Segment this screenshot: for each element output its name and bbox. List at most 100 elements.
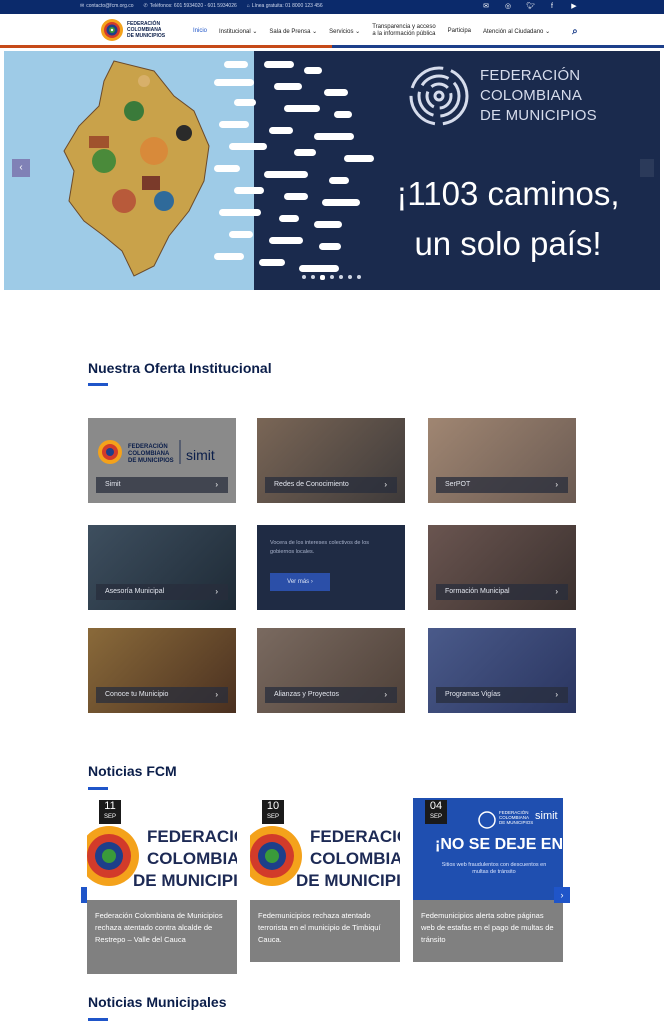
chevron-right-icon: › — [555, 690, 558, 699]
news-card[interactable]: FEDERACIÓN COLOMBIANA DE MUNICIPIOS simi… — [413, 798, 563, 962]
nav-servicios[interactable]: Servicios ⌄ — [329, 28, 360, 35]
news-image: FEDERACIÓN COLOMBIANA DE MUNICIPIOS 11SE… — [87, 798, 237, 900]
news-title[interactable]: Federación Colombiana de Municipios rech… — [87, 900, 237, 974]
municipal-news-title: Noticias Municipales — [88, 994, 227, 1010]
main-nav: Inicio Institucional ⌄ Sala de Prensa ⌄ … — [193, 14, 578, 48]
news-date-badge: 11 SEP — [99, 800, 121, 824]
site-logo[interactable]: FEDERACIÓN COLOMBIANA DE MUNICIPIOS — [100, 18, 167, 42]
news-date-badge: 04 SEP — [425, 800, 447, 824]
alert-headline: ¡NO SE DEJE EN — [435, 836, 563, 853]
phone-contact: ✆ Teléfonos: 601 5934020 - 601 5934026 — [143, 3, 237, 9]
simit-logo-icon: FEDERACIÓN COLOMBIANA DE MUNICIPIOS simi… — [98, 440, 215, 464]
svg-text:DE MUNICIPIOS: DE MUNICIPIOS — [128, 458, 174, 464]
news-next-button[interactable]: › — [554, 887, 570, 903]
chevron-right-icon: › — [384, 690, 387, 699]
carousel-dot[interactable] — [311, 275, 315, 279]
carousel-dot-active[interactable] — [320, 274, 325, 280]
offer-card-label: Alianzas y Proyectos › — [265, 687, 397, 703]
svg-text:COLOMBIANA: COLOMBIANA — [128, 451, 170, 457]
fcm-logo-icon — [101, 19, 123, 41]
offer-card-label: Conoce tu Municipio › — [96, 687, 228, 703]
offer-section-title: Nuestra Oferta Institucional — [88, 360, 272, 376]
location-icon: ⌂ — [246, 3, 250, 9]
carousel-dot[interactable] — [348, 275, 352, 279]
see-more-button[interactable]: Ver más › — [270, 573, 330, 591]
chevron-right-icon: › — [215, 587, 218, 596]
chevron-down-icon: ⌄ — [355, 28, 361, 35]
twitter-icon[interactable]: 🐦︎ — [526, 2, 535, 12]
carousel-dot[interactable] — [339, 275, 343, 279]
chevron-right-icon: › — [555, 480, 558, 489]
offer-card-serpot[interactable]: SerPOT › — [428, 418, 576, 503]
offer-card-highlight[interactable]: Vocera de los intereses colectivos de lo… — [257, 525, 405, 610]
nav-transparencia[interactable]: Transparencia y acceso a la información p… — [372, 24, 435, 38]
nav-atencion-ciudadano[interactable]: Atención al Ciudadano ⌄ — [483, 28, 550, 35]
decorative-dashes — [214, 61, 374, 272]
chevron-down-icon: ⌄ — [252, 28, 258, 35]
offer-card-label: Programas Vigías › — [436, 687, 568, 703]
hero-slogan: ¡1103 caminos, un solo país! — [396, 175, 620, 262]
offer-card-label: SerPOT › — [436, 477, 568, 493]
chevron-right-icon: › — [555, 587, 558, 596]
offer-card-label: Asesoría Municipal › — [96, 584, 228, 600]
simit-logo: simit — [535, 810, 558, 822]
hero-carousel[interactable]: ‹ FEDERACIÓN COLOMBIANA DE MUNICIPIOS ¡1… — [4, 51, 660, 290]
nav-institucional[interactable]: Institucional ⌄ — [219, 28, 257, 35]
chevron-right-icon: › — [215, 690, 218, 699]
offer-highlight-text: Vocera de los intereses colectivos de lo… — [270, 540, 370, 555]
news-date-badge: 10 SEP — [262, 800, 284, 824]
nav-sala-de-prensa[interactable]: Sala de Prensa ⌄ — [269, 28, 317, 35]
instagram-icon[interactable]: ◎ — [504, 2, 512, 12]
offer-card-redes[interactable]: Redes de Conocimiento › — [257, 418, 405, 503]
mail-icon: ✉ — [80, 3, 85, 9]
alert-subtext: Sitios web fraudulentos con descuentos e… — [441, 862, 547, 875]
offer-card-asesoria[interactable]: Asesoría Municipal › — [88, 525, 236, 610]
news-card[interactable]: FEDERACIÓN COLOMBIANA DE MUNICIPIOS 11SE… — [87, 798, 237, 974]
hero-org-logo: FEDERACIÓN COLOMBIANA DE MUNICIPIOS — [406, 63, 597, 129]
carousel-prev-button[interactable]: ‹ — [12, 159, 30, 177]
toll-free-contact: ⌂ Línea gratuita: 01 8000 123 456 — [246, 3, 323, 9]
facebook-icon[interactable]: f — [548, 2, 556, 12]
offer-card-formacion[interactable]: Formación Municipal › — [428, 525, 576, 610]
chevron-right-icon: › — [384, 480, 387, 489]
youtube-icon[interactable]: ▶ — [570, 2, 578, 12]
offer-card-conoce[interactable]: Conoce tu Municipio › — [88, 628, 236, 713]
municipal-title-underline — [88, 1018, 108, 1021]
carousel-next-button[interactable] — [640, 159, 654, 177]
phone-icon: ✆ — [143, 3, 148, 9]
carousel-dots — [302, 274, 361, 280]
search-icon[interactable]: ⌕ — [572, 26, 578, 37]
chevron-down-icon: ⌄ — [312, 28, 318, 35]
carousel-dot[interactable] — [302, 275, 306, 279]
offer-card-alianzas[interactable]: Alianzas y Proyectos › — [257, 628, 405, 713]
svg-text:simit: simit — [186, 447, 215, 463]
offer-card-label: Formación Municipal › — [436, 584, 568, 600]
social-links: ✉ ◎ 🐦︎ f ▶ — [482, 2, 578, 12]
offer-card-label: Simit › — [96, 477, 228, 493]
header-accent-line — [332, 45, 664, 48]
alert-org-name: FEDERACIÓN COLOMBIANA DE MUNICIPIOS — [499, 810, 534, 825]
news-image: FEDERACIÓN COLOMBIANA DE MUNICIPIOS simi… — [413, 798, 563, 900]
news-section-title: Noticias FCM — [88, 763, 177, 779]
main-header: FEDERACIÓN COLOMBIANA DE MUNICIPIOS Inic… — [0, 14, 664, 48]
svg-text:FEDERACIÓN: FEDERACIÓN — [128, 442, 168, 450]
hero-org-name: FEDERACIÓN COLOMBIANA DE MUNICIPIOS — [480, 67, 597, 124]
mail-icon[interactable]: ✉ — [482, 2, 490, 12]
offer-card-vigias[interactable]: Programas Vigías › — [428, 628, 576, 713]
logo-text: FEDERACIÓN COLOMBIANA DE MUNICIPIOS — [127, 21, 166, 39]
news-title[interactable]: Fedemunicipios rechaza atentado terroris… — [250, 900, 400, 962]
email-contact[interactable]: ✉ contacto@fcm.org.co — [80, 3, 134, 9]
carousel-dot[interactable] — [330, 275, 334, 279]
chevron-right-icon: › — [215, 480, 218, 489]
news-image: FEDERACIÓN COLOMBIANA DE MUNICIPIOS 10SE… — [250, 798, 400, 900]
news-title-underline — [88, 787, 108, 790]
contact-info: ✉ contacto@fcm.org.co ✆ Teléfonos: 601 593… — [80, 3, 323, 9]
nav-inicio[interactable]: Inicio — [193, 28, 207, 34]
chevron-down-icon: ⌄ — [545, 28, 551, 35]
fcm-spiral-icon — [409, 66, 469, 126]
carousel-dot[interactable] — [357, 275, 361, 279]
nav-participa[interactable]: Participa — [448, 28, 471, 34]
news-title[interactable]: Fedemunicipios alerta sobre páginas web … — [413, 900, 563, 962]
offer-card-simit[interactable]: FEDERACIÓN COLOMBIANA DE MUNICIPIOS simi… — [88, 418, 236, 503]
news-card[interactable]: FEDERACIÓN COLOMBIANA DE MUNICIPIOS 10SE… — [250, 798, 400, 962]
